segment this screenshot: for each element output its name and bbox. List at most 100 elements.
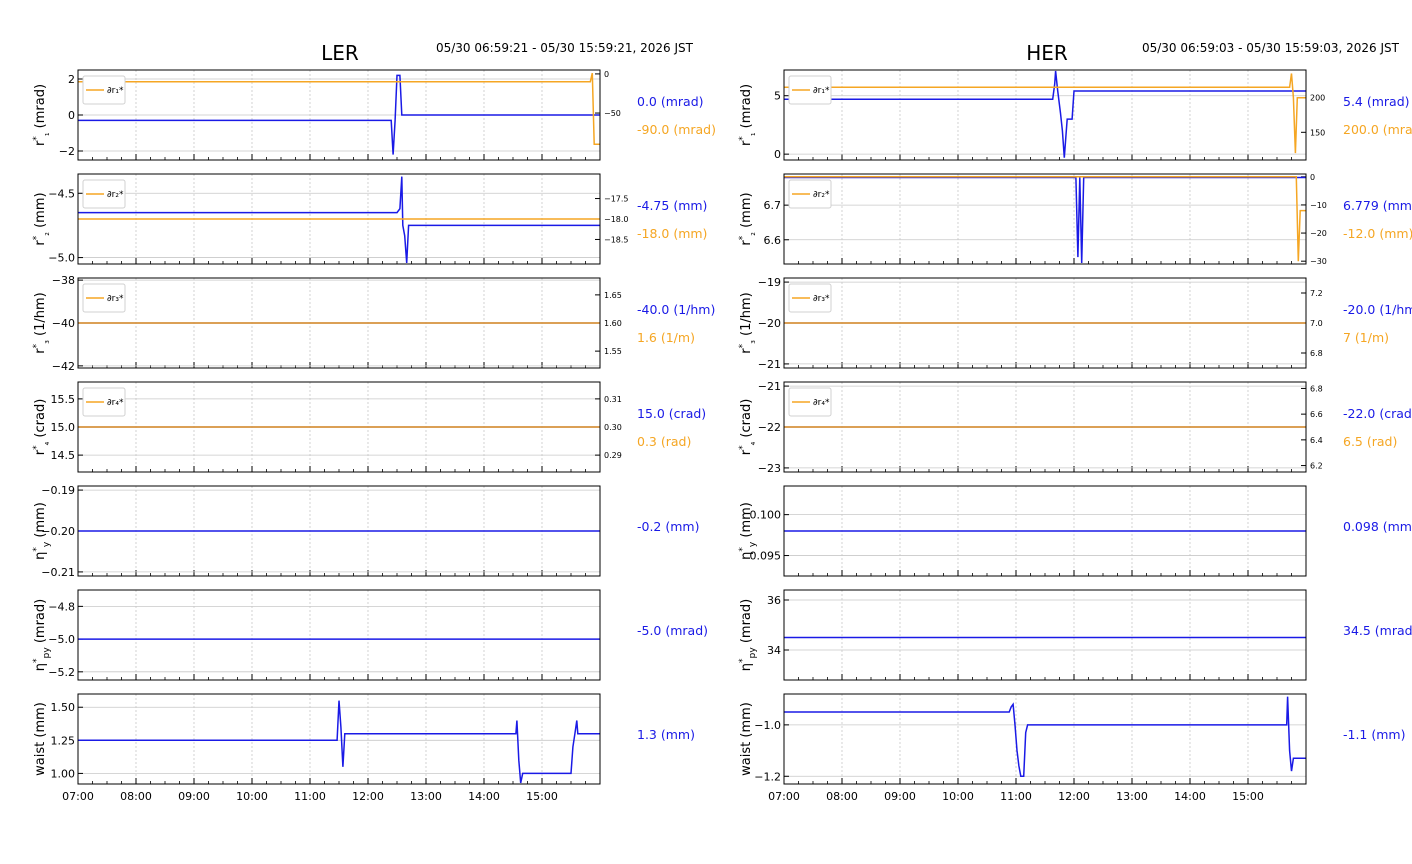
x-tick-label: 09:00 bbox=[884, 790, 916, 803]
primary-series-line bbox=[78, 176, 600, 264]
y-tick-label: −22 bbox=[758, 421, 781, 434]
x-tick-label: 12:00 bbox=[352, 790, 384, 803]
panel-frame bbox=[783, 589, 1307, 681]
her-title: HER bbox=[1026, 41, 1068, 65]
y-axis-label: waist (mm) bbox=[33, 702, 48, 776]
right-y-tick-label: −50 bbox=[604, 109, 621, 118]
ler-chart-group: LER 05/30 06:59:21 - 05/30 15:59:21, 202… bbox=[321, 41, 694, 65]
secondary-series-line bbox=[78, 72, 600, 146]
y-tick-label: −4.8 bbox=[48, 600, 75, 613]
her-chart-group: HER 05/30 06:59:03 - 05/30 15:59:03, 202… bbox=[1026, 41, 1399, 65]
y-tick-label: 0 bbox=[68, 109, 75, 122]
x-tick-label: 07:00 bbox=[62, 790, 94, 803]
right-y-tick-label: 7.2 bbox=[1310, 289, 1323, 298]
y-tick-label: 36 bbox=[767, 594, 781, 607]
y-tick-label: −5.0 bbox=[48, 633, 75, 646]
x-tick-label: 15:00 bbox=[526, 790, 558, 803]
right-y-tick-label: 0 bbox=[604, 70, 609, 79]
current-value-primary: -0.2 (mm) bbox=[637, 519, 699, 534]
x-tick-label: 11:00 bbox=[294, 790, 326, 803]
panel-6: −4.8−5.0−5.2η*py (mrad) -5.0 (mrad) bbox=[32, 589, 708, 681]
panel-5: 0.1000.095η*y (mm) 0.098 (mm) bbox=[738, 485, 1412, 577]
y-tick-label: 15.5 bbox=[51, 393, 76, 406]
y-axis-label: r*₃ (1/hm) bbox=[32, 292, 52, 353]
panel-frame bbox=[783, 173, 1307, 265]
right-y-tick-label: 7.0 bbox=[1310, 319, 1323, 328]
panel-7: 1.50 1.25 1.00waist (mm) 1.3 (mm) bbox=[33, 693, 695, 785]
y-tick-label: 15.0 bbox=[51, 421, 76, 434]
x-tick-label: 11:00 bbox=[1000, 790, 1032, 803]
y-tick-label: −5.2 bbox=[48, 666, 75, 679]
y-tick-label: −1.0 bbox=[754, 719, 781, 732]
y-tick-label: 6.6 bbox=[764, 234, 782, 247]
current-value-primary: 1.3 (mm) bbox=[637, 727, 695, 742]
y-axis-label: r*₄ (crad) bbox=[738, 399, 758, 456]
current-value-primary: 34.5 (mrad) bbox=[1343, 623, 1412, 638]
legend-label: ∂r₁* bbox=[107, 86, 124, 96]
y-axis-label: r*₄ (crad) bbox=[32, 399, 52, 456]
panel-1: −2 0 2 0 −50 ∂r₁* r*₁ (mrad) 0.0 (mrad) -90.0 (m… bbox=[32, 69, 716, 161]
current-value-primary: 5.4 (mrad) bbox=[1343, 94, 1410, 109]
legend-label: ∂r₃* bbox=[107, 294, 124, 304]
right-y-tick-label: 6.8 bbox=[1310, 349, 1323, 358]
y-tick-label: 14.5 bbox=[51, 449, 76, 462]
primary-series-line bbox=[784, 176, 1306, 264]
current-value-primary: 0.0 (mrad) bbox=[637, 94, 704, 109]
right-y-tick-label: 6.8 bbox=[1310, 384, 1323, 393]
y-tick-label: 1.25 bbox=[51, 734, 76, 747]
y-tick-label: −19 bbox=[758, 276, 781, 289]
y-tick-label: −1.2 bbox=[754, 770, 781, 783]
legend-label: ∂r₄* bbox=[813, 398, 830, 408]
y-tick-label: 0.100 bbox=[750, 509, 782, 522]
ler-time-range: 05/30 06:59:21 - 05/30 15:59:21, 2026 JS… bbox=[436, 41, 694, 55]
current-value-secondary: 6.5 (rad) bbox=[1343, 434, 1397, 449]
right-y-tick-label: −17.5 bbox=[604, 195, 629, 204]
current-value-primary: -1.1 (mm) bbox=[1343, 727, 1405, 742]
right-y-tick-label: 150 bbox=[1310, 128, 1325, 137]
y-axis-label: r*₃ (1/hm) bbox=[738, 292, 758, 353]
right-y-tick-label: 0.29 bbox=[604, 451, 622, 460]
current-value-secondary: -18.0 (mm) bbox=[637, 226, 707, 241]
right-y-tick-label: 1.65 bbox=[604, 291, 622, 300]
x-tick-label: 07:00 bbox=[768, 790, 800, 803]
right-y-tick-label: 6.2 bbox=[1310, 462, 1323, 471]
right-y-tick-label: −18.5 bbox=[604, 235, 629, 244]
beam-parameter-chart-canvas: LER 05/30 06:59:21 - 05/30 15:59:21, 202… bbox=[32, 41, 1412, 803]
current-value-secondary: -12.0 (mm) bbox=[1343, 226, 1412, 241]
current-value-secondary: 1.6 (1/m) bbox=[637, 330, 695, 345]
right-y-tick-label: 1.60 bbox=[604, 319, 622, 328]
primary-series-line bbox=[784, 696, 1306, 778]
x-tick-label: 14:00 bbox=[468, 790, 500, 803]
current-value-primary: 0.098 (mm) bbox=[1343, 519, 1412, 534]
current-value-secondary: 200.0 (mrad) bbox=[1343, 122, 1412, 137]
legend-label: ∂r₂* bbox=[107, 190, 124, 200]
panel-4: −21 −22 −23 6.8 6.6 6.4 6.2 ∂r₄* r*₄ (crad) -22.0… bbox=[738, 380, 1412, 475]
x-tick-label: 13:00 bbox=[410, 790, 442, 803]
legend-label: ∂r₁* bbox=[813, 86, 830, 96]
y-tick-label: −38 bbox=[52, 274, 75, 287]
legend-label: ∂r₃* bbox=[813, 294, 830, 304]
x-tick-label: 13:00 bbox=[1116, 790, 1148, 803]
y-tick-label: −4.5 bbox=[48, 187, 75, 200]
y-tick-label: 1.50 bbox=[51, 701, 76, 714]
legend-label: ∂r₂* bbox=[813, 190, 830, 200]
x-tick-label: 08:00 bbox=[826, 790, 858, 803]
y-axis-label: η*py (mrad) bbox=[738, 599, 758, 671]
y-tick-label: −42 bbox=[52, 360, 75, 373]
primary-series-line bbox=[784, 70, 1306, 158]
x-tick-label: 10:00 bbox=[236, 790, 268, 803]
her-time-range: 05/30 06:59:03 - 05/30 15:59:03, 2026 JS… bbox=[1142, 41, 1400, 55]
y-tick-label: −5.0 bbox=[48, 252, 75, 265]
right-y-tick-label: 0.30 bbox=[604, 423, 622, 432]
panel-7: −1.0 −1.2waist (mm) -1.1 (mm) bbox=[739, 693, 1405, 785]
x-tick-label: 09:00 bbox=[178, 790, 210, 803]
y-axis-label: r*₁ (mrad) bbox=[32, 84, 52, 146]
y-axis-label: r*₂ (mm) bbox=[738, 192, 758, 245]
right-y-tick-label: 0 bbox=[1310, 173, 1315, 182]
ler-title: LER bbox=[321, 41, 359, 65]
x-tick-label: 10:00 bbox=[942, 790, 974, 803]
panel-3: −38 −40 −42 1.65 1.60 1.55 ∂r₃* r*₃ (1/hm) -40.0… bbox=[32, 274, 715, 373]
right-y-tick-label: 6.6 bbox=[1310, 410, 1323, 419]
panel-5: −0.19−0.20−0.21η*y (mm) -0.2 (mm) bbox=[32, 484, 699, 579]
y-tick-label: 6.7 bbox=[764, 199, 782, 212]
